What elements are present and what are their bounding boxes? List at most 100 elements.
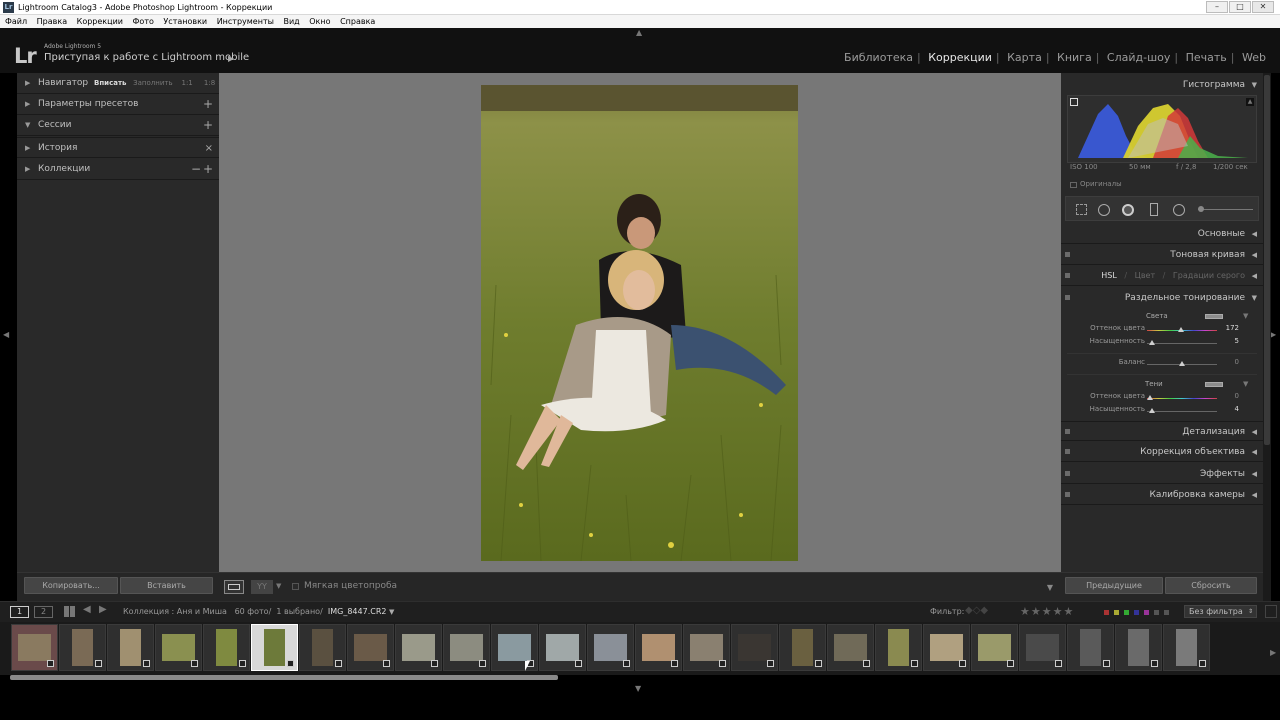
- hl-sat-knob[interactable]: [1149, 340, 1155, 345]
- filmstrip-scrollbar[interactable]: [10, 675, 558, 680]
- hl-hue-knob[interactable]: [1178, 327, 1184, 332]
- graduated-filter-icon[interactable]: [1150, 203, 1158, 216]
- filmstrip-thumbnail[interactable]: [731, 624, 778, 671]
- calibration-header[interactable]: Калибровка камеры ◀: [1061, 485, 1263, 505]
- brush-icon[interactable]: [1198, 206, 1204, 212]
- play-icon[interactable]: ▶: [228, 54, 234, 63]
- toolbar-menu-icon[interactable]: ▼: [1047, 583, 1053, 592]
- right-panel-scrollbar[interactable]: [1263, 73, 1271, 601]
- sh-hue-slider[interactable]: [1147, 398, 1217, 399]
- filmstrip-thumbnail[interactable]: [107, 624, 154, 671]
- crop-tool-icon[interactable]: [1076, 204, 1087, 215]
- navigator-header[interactable]: ▶ Навигатор Вписать Заполнить 1:1 1:8 ⇕: [17, 73, 223, 94]
- reset-button[interactable]: Сбросить: [1165, 577, 1257, 594]
- filmstrip-thumbnail[interactable]: [395, 624, 442, 671]
- filmstrip-thumbnail[interactable]: [683, 624, 730, 671]
- filmstrip-thumbnail[interactable]: [59, 624, 106, 671]
- module-map[interactable]: Карта: [1003, 51, 1046, 64]
- panel-switch-icon[interactable]: [1065, 429, 1070, 434]
- snapshots-header[interactable]: ▼ Сессии +: [17, 115, 219, 136]
- grayscale-tab[interactable]: Градации серого: [1173, 271, 1245, 280]
- module-develop[interactable]: Коррекции: [924, 51, 996, 64]
- module-print[interactable]: Печать: [1182, 51, 1231, 64]
- soft-proof-checkbox[interactable]: [292, 583, 299, 590]
- tone-curve-header[interactable]: Тоновая кривая ◀: [1061, 245, 1263, 265]
- panel-switch-icon[interactable]: [1065, 449, 1070, 454]
- radial-filter-icon[interactable]: [1173, 204, 1185, 216]
- highlight-clip-icon[interactable]: ▲: [1246, 98, 1254, 106]
- filmstrip-thumbnail[interactable]: [827, 624, 874, 671]
- zoom-1-8[interactable]: 1:8: [204, 79, 215, 87]
- screen-1-button[interactable]: 1: [10, 606, 29, 618]
- mobile-link[interactable]: Приступая к работе с Lightroom mobile: [44, 52, 249, 63]
- filmstrip-thumbnail[interactable]: [779, 624, 826, 671]
- filmstrip-thumbnail[interactable]: [971, 624, 1018, 671]
- menu-edit[interactable]: Правка: [37, 17, 67, 26]
- back-arrow-icon[interactable]: ◀: [83, 604, 91, 615]
- filmstrip-toggle-icon[interactable]: ▼: [635, 684, 641, 693]
- filmstrip-thumbnail[interactable]: [155, 624, 202, 671]
- add-snapshot-icon[interactable]: +: [203, 115, 213, 136]
- panel-switch-icon[interactable]: [1065, 295, 1070, 300]
- dropdown-icon[interactable]: ▼: [1243, 312, 1248, 320]
- filmstrip-thumbnail[interactable]: [923, 624, 970, 671]
- shadows-color-swatch[interactable]: [1205, 382, 1223, 387]
- sh-hue-knob[interactable]: [1147, 395, 1153, 400]
- hl-hue-value[interactable]: 172: [1226, 324, 1239, 332]
- paste-button[interactable]: Вставить: [120, 577, 213, 594]
- menu-file[interactable]: Файл: [5, 17, 27, 26]
- filmstrip-scroll-right-icon[interactable]: ▶: [1270, 648, 1276, 657]
- balance-knob[interactable]: [1179, 361, 1185, 366]
- dropdown-icon[interactable]: ▼: [276, 582, 281, 590]
- source-info[interactable]: Коллекция : Аня и Миша 60 фото/ 1 выбран…: [123, 607, 394, 616]
- sh-sat-knob[interactable]: [1149, 408, 1155, 413]
- dropdown-icon[interactable]: ▼: [1243, 380, 1248, 388]
- filmstrip-thumbnail[interactable]: [1115, 624, 1162, 671]
- histogram-header[interactable]: Гистограмма ▼: [1061, 75, 1263, 95]
- panel-switch-icon[interactable]: [1065, 492, 1070, 497]
- sh-sat-value[interactable]: 4: [1235, 405, 1239, 413]
- filmstrip-thumbnail[interactable]: [11, 624, 58, 671]
- flag-filter-icons[interactable]: ◆◇◆: [965, 605, 988, 616]
- module-web[interactable]: Web: [1238, 51, 1270, 64]
- filmstrip-thumbnail[interactable]: [299, 624, 346, 671]
- menu-develop[interactable]: Коррекции: [77, 17, 123, 26]
- filmstrip-thumbnail[interactable]: [443, 624, 490, 671]
- spot-removal-icon[interactable]: [1098, 204, 1110, 216]
- basic-header[interactable]: Основные ◀: [1061, 224, 1263, 244]
- left-panel-toggle-icon[interactable]: ◀: [3, 330, 9, 339]
- filmstrip-thumbnail[interactable]: [587, 624, 634, 671]
- remove-collection-icon[interactable]: −: [191, 159, 201, 180]
- hsl-header[interactable]: HSL / Цвет / Градации серого ◀: [1061, 266, 1263, 286]
- filter-preset-select[interactable]: Без фильтра ⇕: [1184, 605, 1257, 618]
- shadow-clip-icon[interactable]: [1070, 98, 1078, 106]
- zoom-fit[interactable]: Вписать: [94, 79, 126, 87]
- filmstrip-thumbnail[interactable]: [251, 624, 298, 671]
- panel-switch-icon[interactable]: [1065, 273, 1070, 278]
- close-button[interactable]: ✕: [1252, 1, 1274, 13]
- hsl-tab[interactable]: HSL: [1101, 271, 1117, 280]
- color-tab[interactable]: Цвет: [1135, 271, 1156, 280]
- hl-sat-slider[interactable]: [1147, 343, 1217, 344]
- forward-arrow-icon[interactable]: ▶: [99, 604, 107, 615]
- lens-header[interactable]: Коррекция объектива ◀: [1061, 442, 1263, 462]
- zoom-1-1[interactable]: 1:1: [181, 79, 192, 87]
- filmstrip-thumbnail[interactable]: [635, 624, 682, 671]
- maximize-button[interactable]: □: [1229, 1, 1251, 13]
- panel-switch-icon[interactable]: [1065, 252, 1070, 257]
- filmstrip-thumbnail[interactable]: [203, 624, 250, 671]
- originals-checkbox[interactable]: [1070, 182, 1077, 188]
- presets-header[interactable]: ▶ Параметры пресетов +: [17, 94, 219, 115]
- menu-help[interactable]: Справка: [340, 17, 375, 26]
- filmstrip-thumbnail[interactable]: [875, 624, 922, 671]
- histogram-graph[interactable]: ▲: [1067, 95, 1257, 163]
- color-label-filter[interactable]: [1104, 609, 1174, 615]
- red-eye-icon[interactable]: [1122, 204, 1134, 216]
- sh-sat-slider[interactable]: [1147, 411, 1217, 412]
- split-toning-header[interactable]: Раздельное тонирование ▼: [1061, 288, 1263, 308]
- highlights-color-swatch[interactable]: [1205, 314, 1223, 319]
- top-panel-toggle-icon[interactable]: ▲: [636, 28, 642, 37]
- effects-header[interactable]: Эффекты ◀: [1061, 464, 1263, 484]
- collections-header[interactable]: ▶ Коллекции − +: [17, 159, 219, 180]
- add-preset-icon[interactable]: +: [203, 94, 213, 115]
